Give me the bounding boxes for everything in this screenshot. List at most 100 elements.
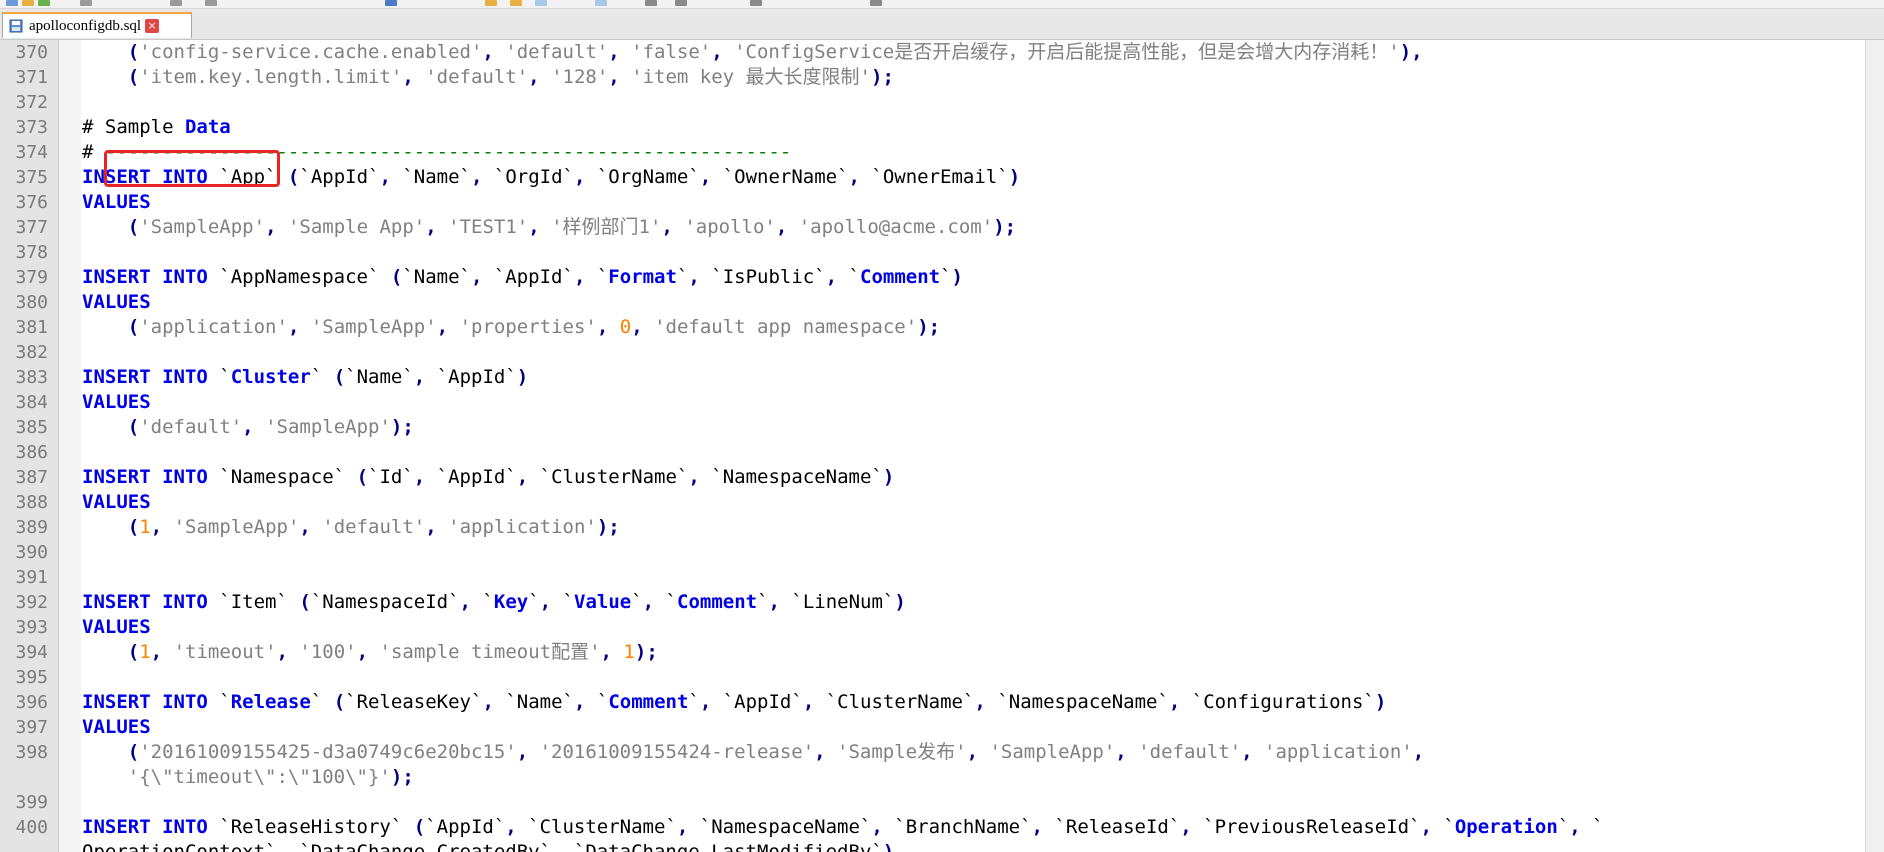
code-token: , <box>1420 816 1444 838</box>
code-token: `OwnerEmail` <box>871 166 1009 188</box>
code-line[interactable]: 374 # -----------------------------------… <box>0 140 1884 165</box>
code-token: 'default app namespace' <box>654 316 918 338</box>
code-token: `ReleaseHistory` <box>219 816 414 838</box>
code-line[interactable]: 385 ('default', 'SampleApp'); <box>0 415 1884 440</box>
code-line[interactable]: 386 <box>0 440 1884 465</box>
code-text: VALUES <box>82 615 151 640</box>
code-token: `AppId` <box>436 466 517 488</box>
code-token: ` <box>310 366 334 388</box>
code-line[interactable]: 399 <box>0 790 1884 815</box>
line-number: 378 <box>15 242 48 263</box>
code-token: , <box>711 41 735 63</box>
code-token: 'false' <box>631 41 712 63</box>
open-file-icon[interactable] <box>22 0 34 6</box>
code-line[interactable]: 393 VALUES <box>0 615 1884 640</box>
code-editor[interactable]: 370 ('config-service.cache.enabled', 'de… <box>0 40 1884 852</box>
code-token: `ReleaseId` <box>1054 816 1181 838</box>
line-number: 372 <box>15 92 48 113</box>
code-line[interactable]: 392 INSERT INTO `Item` (`NamespaceId`, `K… <box>0 590 1884 615</box>
undo-icon[interactable] <box>385 0 397 6</box>
code-line[interactable]: 388 VALUES <box>0 490 1884 515</box>
code-text: (1, 'timeout', '100', 'sample timeout配置'… <box>82 640 658 665</box>
save-icon[interactable] <box>38 0 50 6</box>
line-number: 377 <box>15 217 48 238</box>
code-text: # Sample Data <box>82 115 231 140</box>
code-line[interactable]: 384 VALUES <box>0 390 1884 415</box>
cut-icon[interactable] <box>80 0 92 6</box>
code-token: ` <box>757 591 769 613</box>
vertical-scrollbar[interactable] <box>1865 40 1884 852</box>
copy-icon[interactable] <box>170 0 182 6</box>
code-line[interactable]: 377 ('SampleApp', 'Sample App', 'TEST1',… <box>0 215 1884 240</box>
code-token: 'SampleApp' <box>139 216 266 238</box>
code-line[interactable]: 376 VALUES <box>0 190 1884 215</box>
code-token: , <box>966 741 990 763</box>
indent-icon[interactable] <box>750 0 762 6</box>
code-token: , <box>425 516 449 538</box>
code-token: 1 <box>139 641 151 663</box>
code-line[interactable]: 395 <box>0 665 1884 690</box>
replace-icon[interactable] <box>510 0 522 6</box>
sync-icon[interactable] <box>645 0 657 6</box>
code-token: ` <box>665 591 677 613</box>
close-tab-button[interactable]: × <box>145 19 160 33</box>
code-line[interactable]: 381 ('application', 'SampleApp', 'proper… <box>0 315 1884 340</box>
line-number: 383 <box>15 367 48 388</box>
code-token: 'SampleApp' <box>173 516 300 538</box>
code-token: VALUES <box>82 191 151 213</box>
code-token: VALUES <box>82 391 151 413</box>
paste-icon[interactable] <box>205 0 217 6</box>
code-line[interactable]: 375 INSERT INTO `App` (`AppId`, `Name`, `… <box>0 165 1884 190</box>
tab-apolloconfigdb[interactable]: apolloconfigdb.sql × <box>2 12 192 38</box>
code-line[interactable]: 372 <box>0 90 1884 115</box>
line-number: 395 <box>15 667 48 688</box>
code-line[interactable]: OperationContext`, `DataChange_CreatedBy… <box>0 840 1884 852</box>
code-token: ` <box>219 691 231 713</box>
code-text: INSERT INTO `Release` (`ReleaseKey`, `Na… <box>82 690 1386 715</box>
code-token: `NamespaceName` <box>699 816 872 838</box>
line-number: 371 <box>15 67 48 88</box>
code-line[interactable]: 383 INSERT INTO `Cluster` (`Name`, `AppId… <box>0 365 1884 390</box>
code-line[interactable]: 400 INSERT INTO `ReleaseHistory` (`AppId`… <box>0 815 1884 840</box>
line-number: 376 <box>15 192 48 213</box>
code-lines: 370 ('config-service.cache.enabled', 'de… <box>0 40 1884 852</box>
code-token: # <box>82 116 105 138</box>
code-token: , <box>974 691 998 713</box>
code-line[interactable]: 380 VALUES <box>0 290 1884 315</box>
code-line[interactable]: 389 (1, 'SampleApp', 'default', 'applica… <box>0 515 1884 540</box>
code-line[interactable]: '{\"timeout\":\"100\"}'); <box>0 765 1884 790</box>
macro-icon[interactable] <box>870 0 882 6</box>
code-line[interactable]: 396 INSERT INTO `Release` (`ReleaseKey`, … <box>0 690 1884 715</box>
code-line[interactable]: 371 ('item.key.length.limit', 'default',… <box>0 65 1884 90</box>
code-line[interactable]: 387 INSERT INTO `Namespace` (`Id`, `AppId… <box>0 465 1884 490</box>
code-token: , <box>688 266 712 288</box>
code-token: `App` <box>219 166 288 188</box>
code-line[interactable]: 390 <box>0 540 1884 565</box>
zoom-in-icon[interactable] <box>535 0 547 6</box>
code-line[interactable]: 391 <box>0 565 1884 590</box>
wrap-icon[interactable] <box>675 0 687 6</box>
line-number: 397 <box>15 717 48 738</box>
find-icon[interactable] <box>485 0 497 6</box>
code-token: `ClusterName` <box>528 816 677 838</box>
new-file-icon[interactable] <box>6 0 18 6</box>
code-line[interactable]: 370 ('config-service.cache.enabled', 'de… <box>0 40 1884 65</box>
code-token: , <box>1031 816 1055 838</box>
code-token: , <box>814 741 838 763</box>
code-line[interactable]: 398 ('20161009155425-d3a0749c6e20bc15', … <box>0 740 1884 765</box>
line-number: 381 <box>15 317 48 338</box>
line-number: 386 <box>15 442 48 463</box>
code-line[interactable]: 379 INSERT INTO `AppNamespace` (`Name`, `… <box>0 265 1884 290</box>
code-line[interactable]: 378 <box>0 240 1884 265</box>
code-line[interactable]: 382 <box>0 340 1884 365</box>
code-line[interactable]: 397 VALUES <box>0 715 1884 740</box>
code-line[interactable]: 394 (1, 'timeout', '100', 'sample timeou… <box>0 640 1884 665</box>
code-line[interactable]: 373 # Sample Data <box>0 115 1884 140</box>
code-token: `NamespaceName` <box>997 691 1169 713</box>
zoom-out-icon[interactable] <box>595 0 607 6</box>
code-token: ); <box>390 416 414 438</box>
code-token: , <box>768 591 792 613</box>
